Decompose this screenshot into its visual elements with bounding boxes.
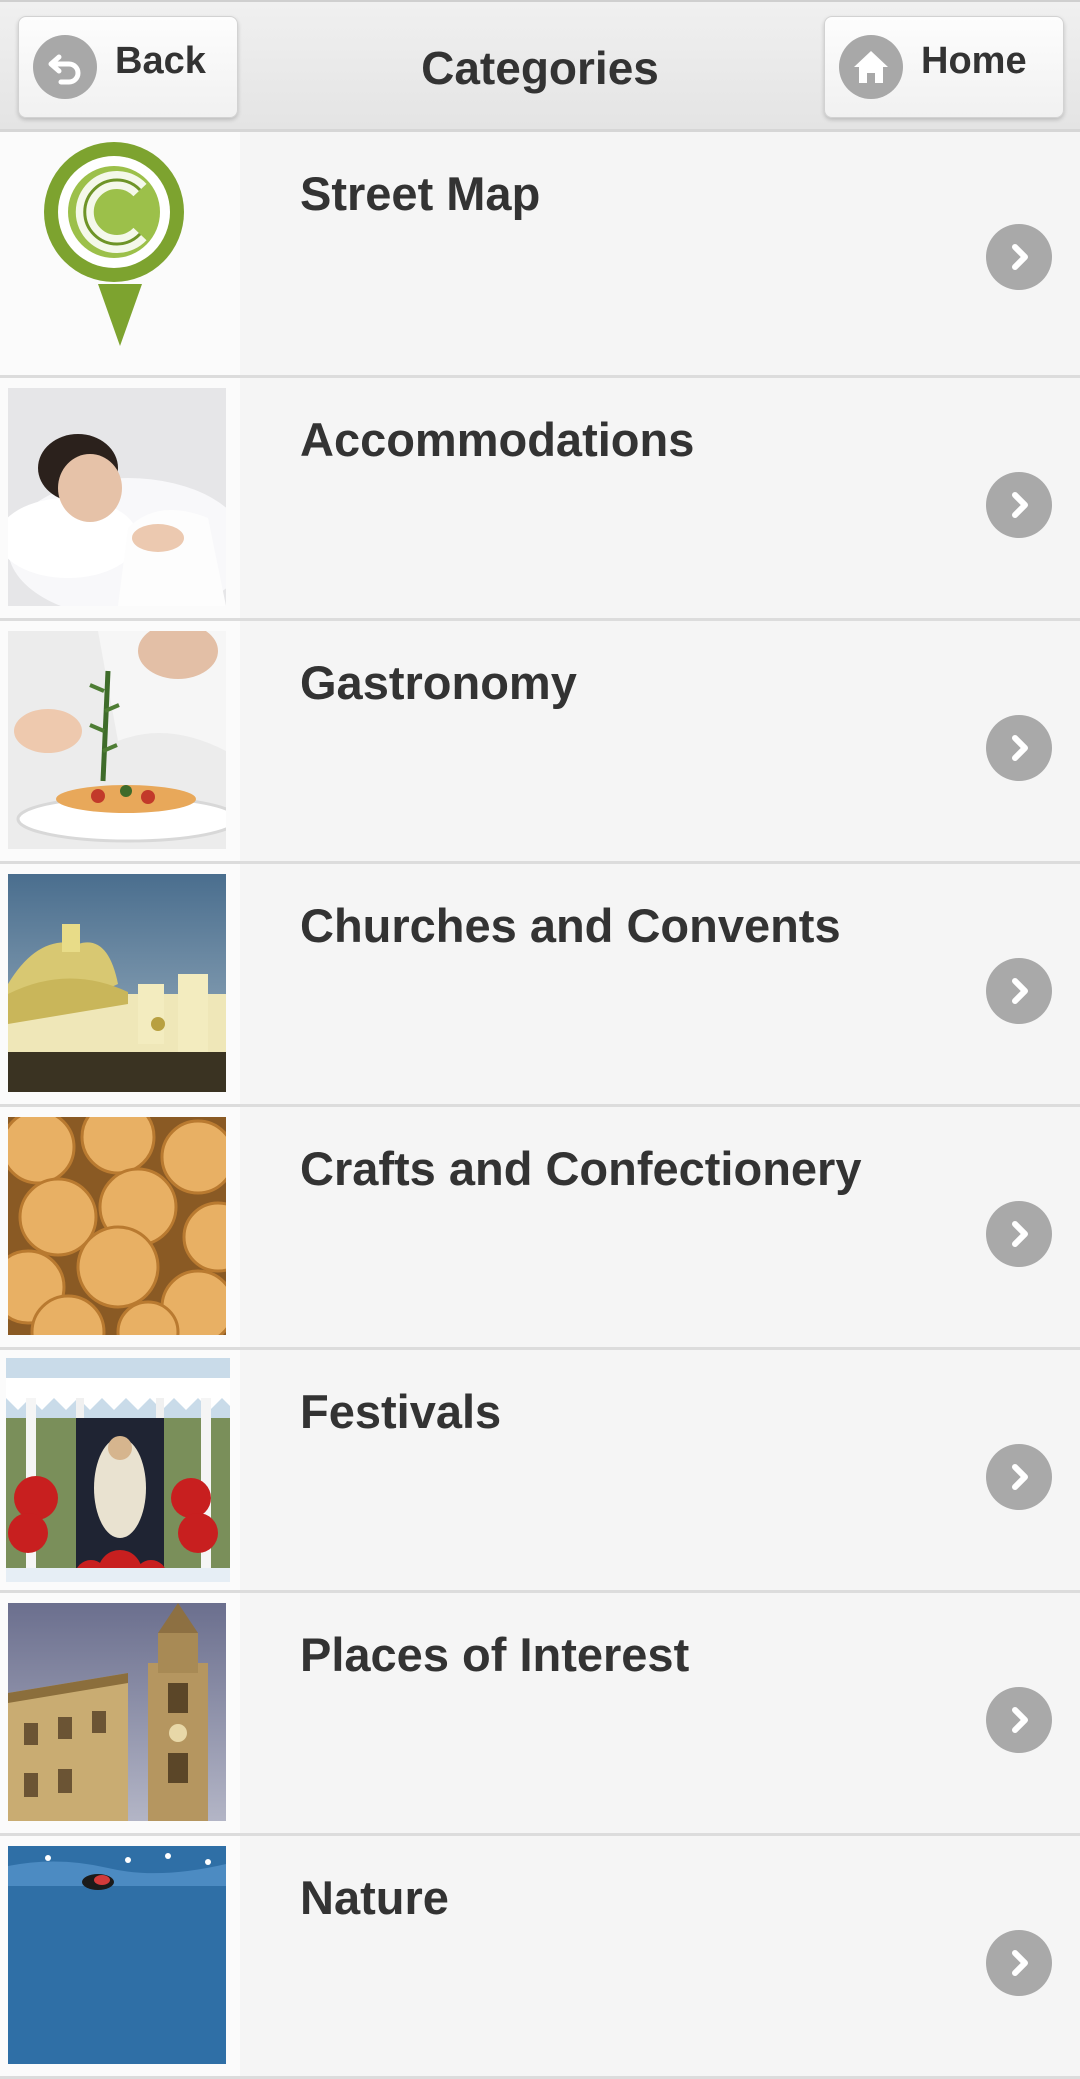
category-row-nature[interactable]: Nature <box>0 1836 1080 2079</box>
chevron-right-icon <box>986 1444 1052 1510</box>
category-label: Gastronomy <box>300 656 577 709</box>
home-icon <box>839 35 903 99</box>
category-row-accommodations[interactable]: Accommodations <box>0 378 1080 621</box>
festival-float-photo <box>0 1350 240 1590</box>
chevron-right-icon <box>986 715 1052 781</box>
category-list: Street Map Accommodations Gastronomy Chu… <box>0 132 1080 2079</box>
chevron-right-icon <box>986 1201 1052 1267</box>
category-label: Festivals <box>300 1385 502 1438</box>
category-label: Churches and Convents <box>300 899 841 952</box>
category-label: Street Map <box>300 167 541 220</box>
sleeping-woman-photo <box>0 378 240 618</box>
category-row-gastronomy[interactable]: Gastronomy <box>0 621 1080 864</box>
category-label: Accommodations <box>300 413 695 466</box>
category-label: Places of Interest <box>300 1628 690 1681</box>
category-row-places-of-interest[interactable]: Places of Interest <box>0 1593 1080 1836</box>
chevron-right-icon <box>986 472 1052 538</box>
home-button[interactable]: Home <box>824 16 1064 118</box>
chevron-right-icon <box>986 1687 1052 1753</box>
map-pin-logo-icon <box>0 132 240 375</box>
chevron-right-icon <box>986 224 1052 290</box>
cookies-photo <box>0 1107 240 1347</box>
category-row-churches-and-convents[interactable]: Churches and Convents <box>0 864 1080 1107</box>
nature-water-photo <box>0 1836 240 2076</box>
back-arrow-icon <box>33 35 97 99</box>
category-label: Nature <box>300 1871 449 1924</box>
category-row-crafts-and-confectionery[interactable]: Crafts and Confectionery <box>0 1107 1080 1350</box>
category-row-festivals[interactable]: Festivals <box>0 1350 1080 1593</box>
category-row-street-map[interactable]: Street Map <box>0 132 1080 378</box>
chevron-right-icon <box>986 958 1052 1024</box>
back-label: Back <box>115 39 206 82</box>
chef-plating-photo <box>0 621 240 861</box>
church-dome-photo <box>0 864 240 1104</box>
header-bar: Back Categories Home <box>0 0 1080 132</box>
category-label: Crafts and Confectionery <box>300 1142 862 1195</box>
bell-tower-photo <box>0 1593 240 1833</box>
chevron-right-icon <box>986 1930 1052 1996</box>
home-label: Home <box>921 39 1027 82</box>
back-button[interactable]: Back <box>18 16 238 118</box>
